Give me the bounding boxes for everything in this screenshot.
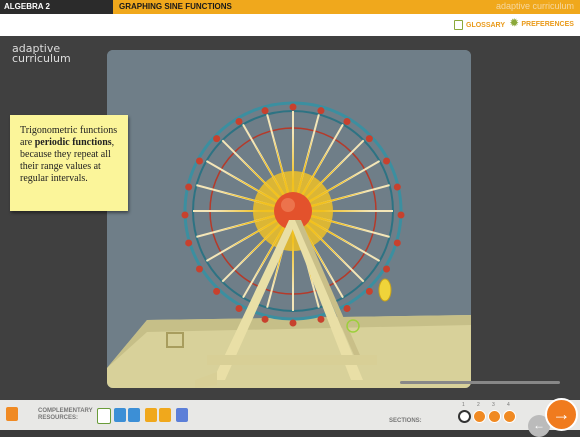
course-title: ALGEBRA 2 [0, 0, 113, 14]
section-number: 2 [477, 402, 480, 408]
checklist-icon[interactable] [97, 408, 111, 424]
preferences-label: PREFERENCES [521, 20, 574, 28]
note-bold-term: periodic functions [34, 137, 112, 148]
sections-label: SECTIONS: [389, 418, 422, 424]
sticky-note: Trigonometric functions are periodic fun… [10, 115, 128, 211]
toolbar: adaptive curriculum GLOSSARY ✹ PREFERENC… [0, 1, 580, 36]
bottom-navigation: COMPLEMENTARY RESOURCES: SECTIONS: 1 2 3… [0, 400, 580, 430]
section-2-button[interactable] [473, 410, 486, 423]
glossary-button[interactable]: GLOSSARY [454, 20, 505, 30]
resources-label: COMPLEMENTARY RESOURCES: [38, 408, 93, 422]
next-arrow-icon: → [552, 404, 571, 424]
section-4-button[interactable] [503, 410, 516, 423]
resources-label-line1: COMPLEMENTARY [38, 408, 93, 414]
resources-label-line2: RESOURCES: [38, 415, 79, 421]
lesson-stage: adaptive curriculum Trigonometric functi… [0, 36, 580, 400]
document-icon[interactable] [128, 408, 140, 422]
brand-logo: adaptive curriculum [12, 43, 71, 65]
brand-line2: curriculum [12, 52, 71, 65]
document-icon[interactable] [114, 408, 126, 422]
section-number: 1 [462, 402, 465, 408]
home-icon[interactable] [6, 407, 18, 421]
glossary-icon [454, 20, 463, 30]
document-icon[interactable] [145, 408, 157, 422]
animation-progress-track[interactable] [400, 381, 560, 384]
preferences-button[interactable]: ✹ PREFERENCES [510, 18, 574, 29]
next-button[interactable]: → [545, 398, 578, 431]
section-number: 4 [507, 402, 510, 408]
document-icon[interactable] [159, 408, 171, 422]
section-3-button[interactable] [488, 410, 501, 423]
document-icon[interactable] [176, 408, 188, 422]
preferences-gear-icon: ✹ [510, 18, 519, 29]
ferris-wheel-animation [107, 50, 471, 388]
glossary-label: GLOSSARY [466, 21, 506, 29]
title-bar: ALGEBRA 2 GRAPHING SINE FUNCTIONS [0, 0, 580, 14]
section-1-button[interactable] [458, 410, 471, 423]
watermark: adaptive curriculum [495, 1, 574, 11]
ferris-wheel-illustration [107, 50, 471, 388]
section-number: 3 [492, 402, 495, 408]
